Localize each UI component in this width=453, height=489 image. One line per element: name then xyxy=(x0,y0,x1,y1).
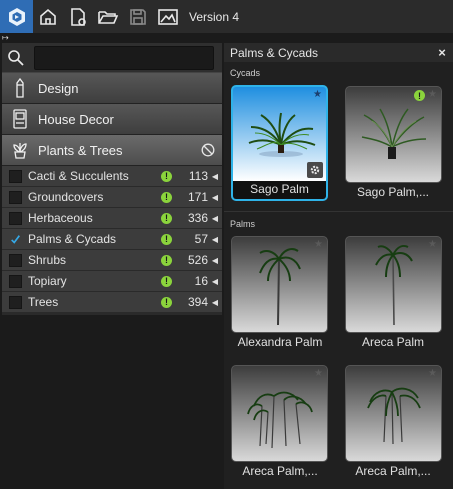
logo-icon[interactable] xyxy=(0,0,33,33)
expand-arrow-icon[interactable]: ◀ xyxy=(208,193,222,202)
checkbox[interactable] xyxy=(9,253,22,267)
item-caption: Sago Palm xyxy=(231,181,328,201)
catalog-item-areca-palm-cluster-2[interactable]: ★ xyxy=(345,365,442,462)
open-folder-icon[interactable] xyxy=(93,0,123,33)
subcategory-label: Groundcovers xyxy=(28,190,104,204)
item-count: 16 xyxy=(194,274,208,288)
subcategory-label: Shrubs xyxy=(28,253,67,267)
areca-palm-cluster-thumbnail xyxy=(247,391,313,449)
item-caption: Areca Palm xyxy=(361,335,425,349)
image-icon[interactable] xyxy=(153,0,183,33)
search-input[interactable] xyxy=(34,45,214,70)
subcategory-row[interactable]: Shrubs ! 526 ◀ xyxy=(2,250,222,271)
checkbox[interactable] xyxy=(9,295,22,309)
subcategory-label: Trees xyxy=(28,295,59,309)
close-icon[interactable]: × xyxy=(431,45,453,60)
section-divider xyxy=(224,211,453,212)
checkbox-checked[interactable] xyxy=(9,233,22,246)
section-label: Cycads xyxy=(230,68,261,78)
expand-arrow-icon[interactable]: ◀ xyxy=(208,277,222,286)
search-icon[interactable] xyxy=(2,49,30,67)
catalog-header: Palms & Cycads × xyxy=(224,43,453,62)
new-document-icon[interactable] xyxy=(63,0,93,33)
subcategory-row[interactable]: Palms & Cycads ! 57 ◀ xyxy=(2,229,222,250)
favorite-star-icon[interactable]: ★ xyxy=(428,239,437,250)
warning-icon: ! xyxy=(161,275,172,287)
category-label: Plants & Trees xyxy=(38,142,123,158)
checkbox[interactable] xyxy=(9,211,22,225)
areca-palm-thumbnail xyxy=(375,245,413,326)
sago-palm-variant-thumbnail xyxy=(361,108,427,159)
category-house-decor[interactable]: House Decor xyxy=(2,104,222,135)
subcategory-label: Cacti & Succulents xyxy=(28,169,129,183)
version-label: Version 4 xyxy=(189,9,240,24)
expand-arrow-icon[interactable]: ◀ xyxy=(208,235,222,244)
catalog-item-sago-palm-variant[interactable]: ! ★ xyxy=(345,86,442,183)
subcategory-row[interactable]: Trees ! 394 ◀ xyxy=(2,292,222,313)
search-row xyxy=(2,43,222,73)
catalog-item-sago-palm[interactable]: ★ xyxy=(231,85,328,181)
save-icon[interactable] xyxy=(123,0,153,33)
home-icon[interactable] xyxy=(33,0,63,33)
subcategory-row[interactable]: Cacti & Succulents ! 113 ◀ xyxy=(2,166,222,187)
subcategory-label: Herbaceous xyxy=(28,211,93,225)
warning-icon: ! xyxy=(161,170,172,182)
subcategory-label: Palms & Cycads xyxy=(28,232,117,246)
warning-icon: ! xyxy=(161,233,172,245)
item-count: 171 xyxy=(187,190,208,204)
pencil-icon xyxy=(2,77,38,99)
item-caption: Sago Palm,... xyxy=(356,185,430,199)
favorite-star-icon[interactable]: ★ xyxy=(314,239,323,250)
item-caption: Alexandra Palm xyxy=(237,335,323,349)
checkbox[interactable] xyxy=(9,274,22,288)
panel-title: Palms & Cycads xyxy=(230,45,319,60)
category-label: Design xyxy=(38,80,79,96)
favorite-star-icon[interactable]: ★ xyxy=(428,89,437,100)
catalog-item-areca-palm-cluster[interactable]: ★ xyxy=(231,365,328,462)
expand-arrow-icon[interactable]: ◀ xyxy=(208,298,222,307)
main-toolbar: Version 4 xyxy=(0,0,453,33)
expand-arrow-icon[interactable]: ◀ xyxy=(208,172,222,181)
expand-arrow-icon[interactable]: ◀ xyxy=(208,214,222,223)
catalog-item-alexandra-palm[interactable]: ★ xyxy=(231,236,328,333)
alexandra-palm-thumbnail xyxy=(259,248,301,326)
catalog-panel: Palms & Cycads × Cycads ★ Sago Palm ! ★ … xyxy=(224,43,453,489)
warning-icon: ! xyxy=(161,254,172,266)
areca-palm-cluster-2-thumbnail xyxy=(367,387,421,445)
warning-icon: ! xyxy=(161,212,172,224)
warning-icon: ! xyxy=(161,296,172,308)
item-count: 113 xyxy=(188,169,208,183)
expand-arrow-icon[interactable]: ↦ xyxy=(2,33,9,43)
subcategory-row[interactable]: Groundcovers ! 171 ◀ xyxy=(2,187,222,208)
expand-arrow-icon[interactable]: ◀ xyxy=(208,256,222,265)
section-label: Palms xyxy=(230,219,256,229)
collapse-strip: ↦ xyxy=(0,33,453,43)
item-count: 526 xyxy=(187,253,208,267)
item-caption: Areca Palm,... xyxy=(242,464,318,478)
favorite-star-icon[interactable]: ★ xyxy=(313,89,322,100)
favorite-star-icon[interactable]: ★ xyxy=(428,368,437,379)
category-label: House Decor xyxy=(38,111,114,127)
appliance-icon xyxy=(2,108,38,130)
checkbox[interactable] xyxy=(9,169,22,183)
subcategory-row[interactable]: Topiary ! 16 ◀ xyxy=(2,271,222,292)
warning-icon: ! xyxy=(161,191,172,203)
category-panel: Design House Decor Plants & Trees Cacti … xyxy=(2,43,222,315)
category-plants-trees[interactable]: Plants & Trees xyxy=(2,135,222,166)
item-count: 394 xyxy=(187,295,208,309)
warning-icon: ! xyxy=(414,90,425,101)
checkbox[interactable] xyxy=(9,190,22,204)
plant-pot-icon xyxy=(2,140,38,160)
item-caption: Areca Palm,... xyxy=(355,464,431,478)
item-count: 57 xyxy=(194,232,208,246)
category-design[interactable]: Design xyxy=(2,73,222,104)
catalog-item-areca-palm[interactable]: ★ xyxy=(345,236,442,333)
subcategory-list: Cacti & Succulents ! 113 ◀ Groundcovers … xyxy=(2,166,222,313)
subcategory-row[interactable]: Herbaceous ! 336 ◀ xyxy=(2,208,222,229)
clear-filter-icon[interactable] xyxy=(194,143,222,157)
subcategory-label: Topiary xyxy=(28,274,67,288)
item-count: 336 xyxy=(187,211,208,225)
favorite-star-icon[interactable]: ★ xyxy=(314,368,323,379)
settings-gear-icon[interactable] xyxy=(307,162,323,178)
